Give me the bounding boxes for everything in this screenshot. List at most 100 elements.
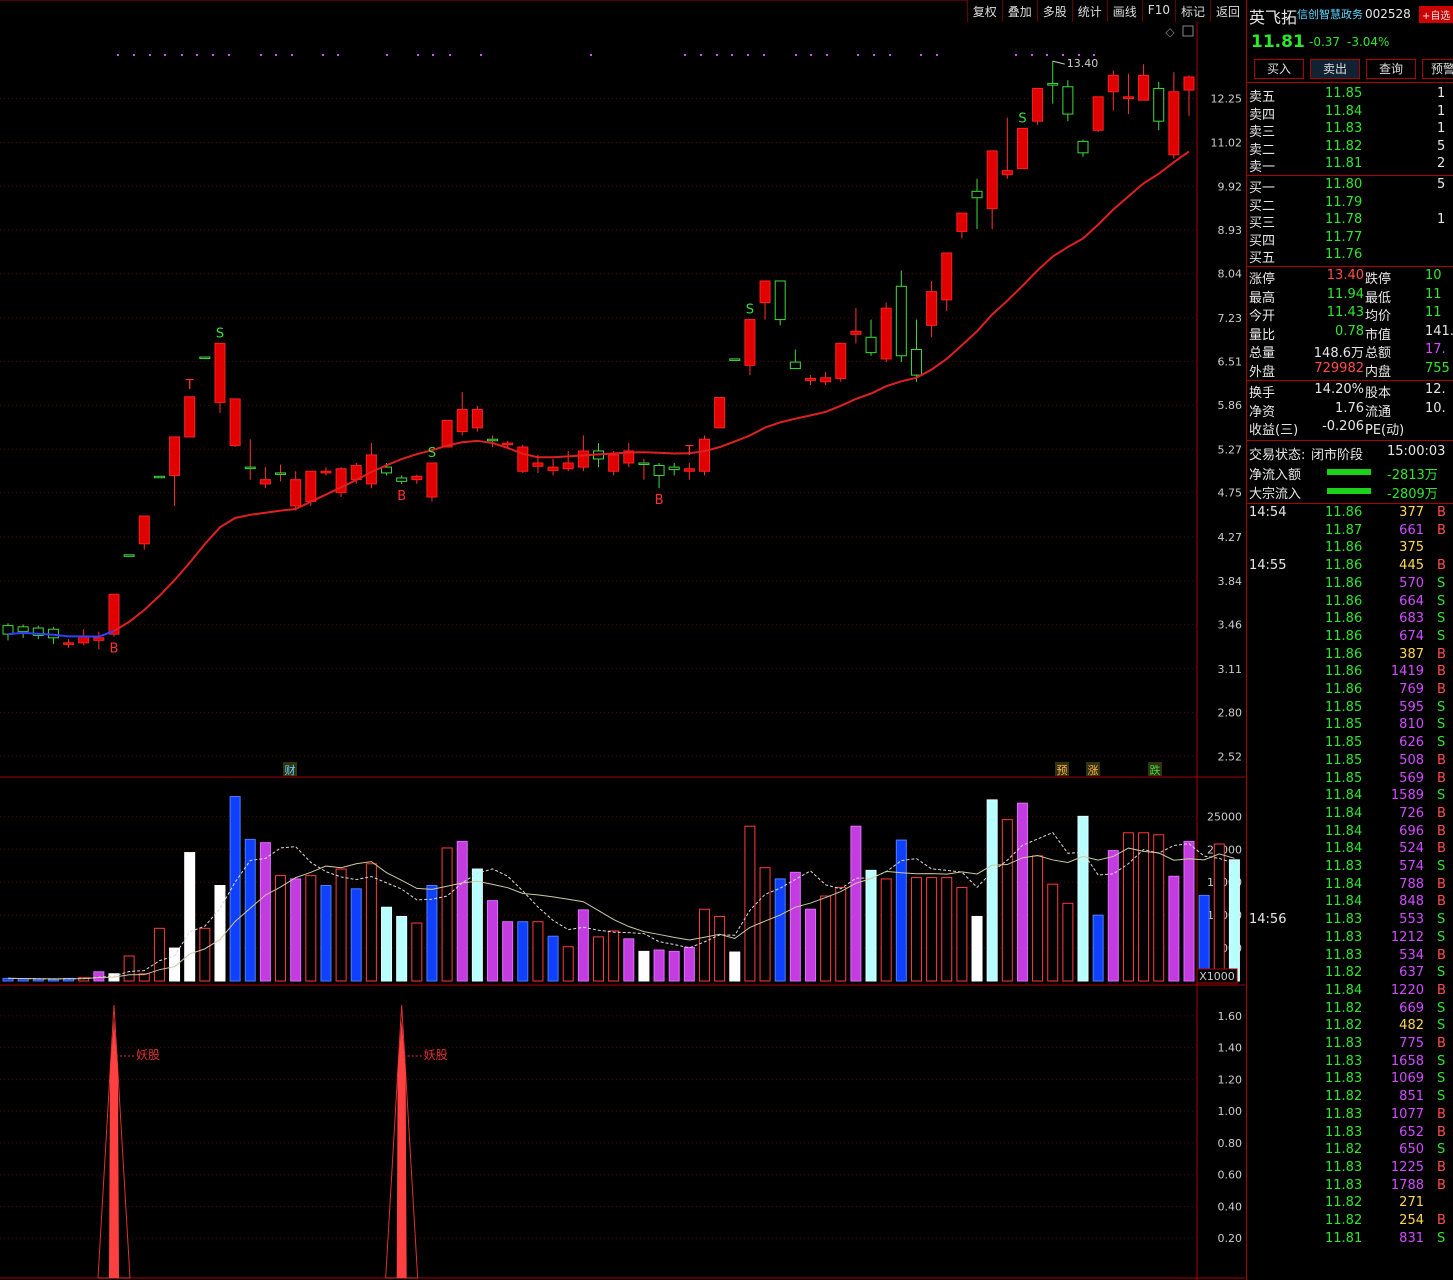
- candle-body[interactable]: [865, 336, 877, 354]
- candle-body[interactable]: [229, 398, 241, 446]
- candle-body[interactable]: [547, 466, 559, 471]
- candle-body[interactable]: [1032, 87, 1044, 122]
- candle-body[interactable]: [1062, 86, 1074, 115]
- candle-body[interactable]: [714, 396, 726, 429]
- candle-body[interactable]: [184, 396, 196, 438]
- candle-body[interactable]: [971, 190, 983, 199]
- candle-body[interactable]: [653, 464, 665, 476]
- candle-body[interactable]: [562, 462, 574, 470]
- event-marker[interactable]: 涨: [1088, 764, 1099, 777]
- candle-body[interactable]: [244, 466, 256, 470]
- stat-value: 148.6万: [1313, 346, 1364, 361]
- candle-body[interactable]: [683, 468, 695, 472]
- candle-body[interactable]: [1138, 74, 1150, 101]
- candle-body[interactable]: [517, 446, 529, 472]
- candle-body[interactable]: [941, 252, 953, 301]
- candle-body[interactable]: [305, 470, 317, 502]
- diamond-icon[interactable]: ◇: [1165, 25, 1175, 39]
- candle-body[interactable]: [759, 280, 771, 304]
- volume-bar: [93, 971, 105, 982]
- candle-body[interactable]: [153, 475, 165, 479]
- buy-button[interactable]: 买入: [1254, 59, 1304, 79]
- candle-body[interactable]: [169, 436, 181, 476]
- add-favorite-button[interactable]: +自选: [1419, 6, 1453, 23]
- toolbar-button-overlay[interactable]: 叠加: [1001, 0, 1037, 22]
- toolbar-button-f10[interactable]: F10: [1141, 0, 1175, 22]
- candle-body[interactable]: [138, 515, 150, 545]
- toolbar-button-draw[interactable]: 画线: [1106, 0, 1142, 22]
- candle-body[interactable]: [502, 442, 514, 446]
- candle-body[interactable]: [78, 636, 90, 644]
- candle-body[interactable]: [577, 450, 589, 468]
- candle-body[interactable]: [926, 291, 938, 326]
- event-marker[interactable]: 预: [1057, 764, 1068, 777]
- candle-body[interactable]: [487, 438, 499, 442]
- candle-body[interactable]: [93, 637, 105, 641]
- kline-chart[interactable]: 12.25 11.02 9.92 8.93 8.04 7.23 6.51 5.86 5.27 4.…: [0, 0, 1245, 1280]
- tick-side: S: [1437, 735, 1446, 751]
- candle-body[interactable]: [471, 409, 483, 429]
- candle-body[interactable]: [1122, 96, 1134, 99]
- candle-body[interactable]: [1001, 170, 1013, 176]
- candle-body[interactable]: [1047, 82, 1059, 86]
- candle-body[interactable]: [1168, 91, 1180, 156]
- event-marker[interactable]: 财: [285, 763, 296, 777]
- candle-body[interactable]: [638, 462, 650, 466]
- candle-body[interactable]: [698, 438, 710, 472]
- candle-body[interactable]: [986, 150, 998, 210]
- candle-body[interactable]: [1183, 76, 1195, 91]
- candle-body[interactable]: [441, 419, 453, 448]
- tick-volume: 569: [1399, 770, 1424, 786]
- toolbar-button-stats[interactable]: 统计: [1071, 0, 1107, 22]
- candle-body[interactable]: [275, 472, 287, 475]
- candle-body[interactable]: [804, 377, 816, 381]
- stat-label: 流通: [1365, 404, 1392, 420]
- candle-body[interactable]: [608, 454, 620, 472]
- candle-body[interactable]: [199, 356, 211, 360]
- tick-side: B: [1437, 1177, 1446, 1193]
- candle-body[interactable]: [63, 642, 75, 645]
- candle-body[interactable]: [729, 358, 741, 361]
- sell-button[interactable]: 卖出: [1310, 59, 1360, 79]
- candle-body[interactable]: [381, 466, 393, 474]
- candle-body[interactable]: [668, 466, 680, 471]
- candle-body[interactable]: [910, 349, 922, 376]
- event-marker[interactable]: 跌: [1150, 763, 1161, 777]
- candle-body[interactable]: [1092, 96, 1104, 131]
- toolbar-button-fuquan[interactable]: 复权: [966, 0, 1002, 22]
- orderbook-label: 买三: [1249, 216, 1276, 232]
- candle-body[interactable]: [1107, 74, 1119, 93]
- toolbar-button-back[interactable]: 返回: [1209, 0, 1245, 22]
- candle-body[interactable]: [214, 342, 226, 403]
- candle-body[interactable]: [17, 626, 29, 633]
- candle-body[interactable]: [456, 409, 468, 433]
- candle-body[interactable]: [426, 462, 438, 498]
- candle-body[interactable]: [850, 330, 862, 335]
- candle-body[interactable]: [396, 477, 408, 482]
- candle-body[interactable]: [259, 479, 271, 485]
- candle-body[interactable]: [123, 554, 135, 557]
- stock-sector[interactable]: 信创智慧政务: [1297, 6, 1363, 22]
- candle-body[interactable]: [835, 342, 847, 379]
- candle-body[interactable]: [1153, 87, 1165, 122]
- signal-dot: [731, 54, 733, 56]
- candle-body[interactable]: [789, 361, 801, 370]
- candle-body[interactable]: [744, 319, 756, 366]
- query-button[interactable]: 查询: [1366, 59, 1416, 79]
- candle-body[interactable]: [290, 479, 302, 507]
- candle-body[interactable]: [956, 212, 968, 232]
- candle-body[interactable]: [411, 475, 423, 481]
- candle-body[interactable]: [820, 377, 832, 383]
- candle-body[interactable]: [320, 470, 332, 474]
- toolbar-button-mark[interactable]: 标记: [1174, 0, 1210, 22]
- candle-body[interactable]: [1016, 127, 1028, 170]
- orderbook-label: 卖四: [1249, 107, 1276, 123]
- alert-button[interactable]: 预警: [1422, 59, 1453, 79]
- volume-bar: [275, 875, 287, 982]
- candle-body[interactable]: [895, 285, 907, 357]
- candle-body[interactable]: [532, 462, 544, 467]
- toolbar-button-multi[interactable]: 多股: [1036, 0, 1072, 22]
- candle-body[interactable]: [774, 280, 786, 321]
- candle-body[interactable]: [1077, 140, 1089, 154]
- candle-body[interactable]: [880, 307, 892, 360]
